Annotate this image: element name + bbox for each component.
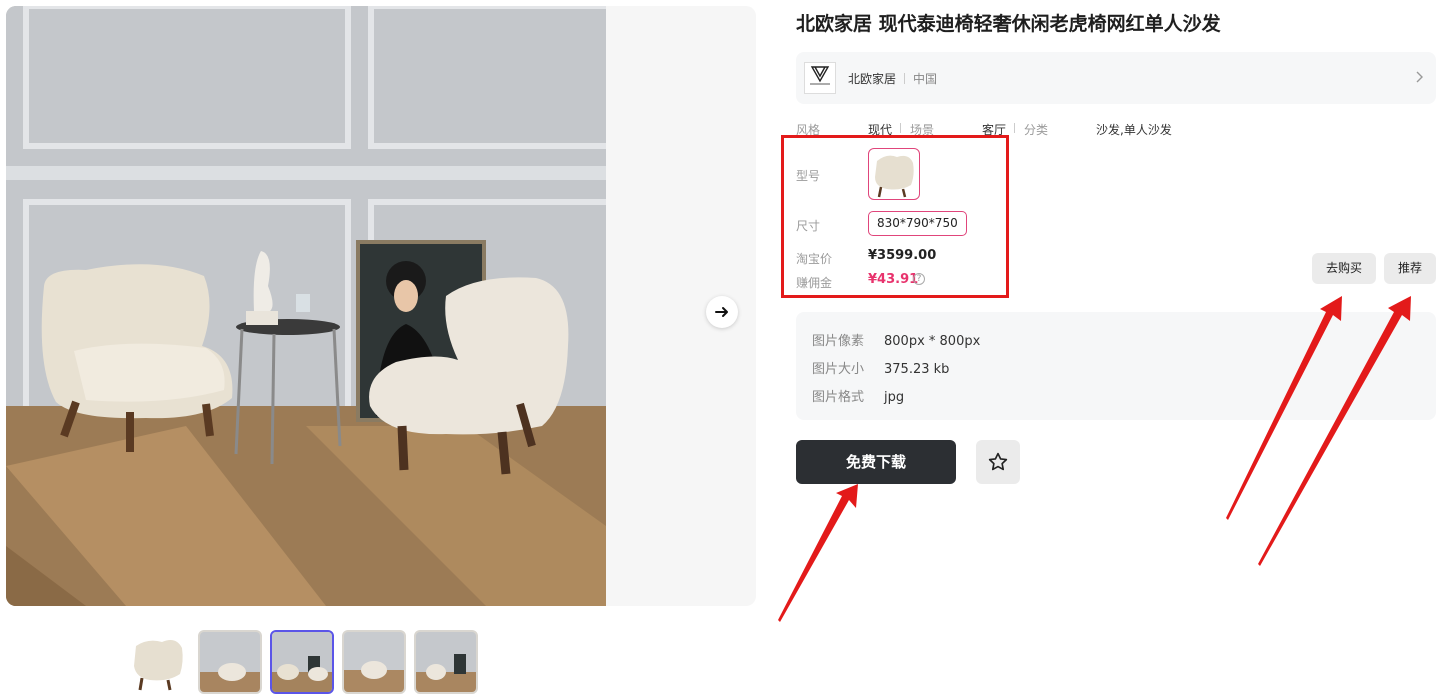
- brand-divider: [904, 72, 906, 84]
- image-info-value: jpg: [884, 390, 905, 405]
- image-info-key: 图片大小: [812, 362, 865, 377]
- thumbnail-1[interactable]: [126, 630, 190, 694]
- scene-value[interactable]: 客厅: [982, 121, 1006, 138]
- image-pixels-row: 图片像素 800px * 800px: [812, 330, 980, 349]
- recommend-button[interactable]: 推荐: [1384, 253, 1436, 284]
- favorite-button[interactable]: [976, 440, 1020, 484]
- brand-card[interactable]: 北欧家居 中国: [796, 52, 1436, 104]
- thumbnail-strip: [126, 630, 478, 694]
- image-format-row: 图片格式 jpg: [812, 386, 904, 405]
- image-info-value: 375.23 kb: [884, 362, 950, 377]
- question-circle-icon[interactable]: ?: [913, 273, 925, 285]
- style-label: 风格: [796, 123, 821, 137]
- thumbnail-2[interactable]: [198, 630, 262, 694]
- style-value[interactable]: 现代: [868, 121, 892, 138]
- free-download-button[interactable]: 免费下载: [796, 440, 956, 484]
- brand-country: 中国: [913, 71, 938, 86]
- scene-label: 场景: [910, 123, 935, 137]
- product-title: 北欧家居 现代泰迪椅轻奢休闲老虎椅网红单人沙发: [796, 13, 1221, 35]
- price-label: 淘宝价: [796, 252, 833, 266]
- category-label: 分类: [1024, 123, 1049, 137]
- thumbnail-5[interactable]: [414, 630, 478, 694]
- meta-divider: [900, 123, 901, 133]
- brand-name: 北欧家居: [848, 71, 897, 86]
- image-info-value: 800px * 800px: [884, 334, 981, 349]
- commission-label: 赚佣金: [796, 276, 833, 290]
- price-value: ¥3599.00: [868, 248, 937, 263]
- brand-logo: [804, 62, 836, 94]
- gallery-panel: [6, 6, 756, 606]
- meta-divider: [1014, 123, 1015, 133]
- thumbnail-4[interactable]: [342, 630, 406, 694]
- size-label: 尺寸: [796, 219, 821, 233]
- image-size-row: 图片大小 375.23 kb: [812, 358, 949, 377]
- category-value[interactable]: 沙发,单人沙发: [1096, 121, 1172, 138]
- next-image-button[interactable]: [706, 296, 738, 328]
- annotation-arrow: [778, 484, 858, 622]
- buy-button[interactable]: 去购买: [1312, 253, 1376, 284]
- main-product-image: [6, 6, 606, 606]
- model-option-thumbnail[interactable]: [868, 148, 920, 200]
- image-info-key: 图片格式: [812, 390, 865, 405]
- image-info-key: 图片像素: [812, 334, 865, 349]
- model-label: 型号: [796, 169, 821, 183]
- chevron-right-icon: [1416, 71, 1423, 83]
- star-outline-icon: [988, 452, 1008, 471]
- commission-value: ¥43.91: [868, 272, 919, 287]
- image-info-panel: 图片像素 800px * 800px 图片大小 375.23 kb 图片格式 jpg: [796, 312, 1436, 420]
- size-option-chip[interactable]: 830*790*750: [868, 211, 967, 236]
- thumbnail-3[interactable]: [270, 630, 334, 694]
- arrow-right-icon: [715, 307, 728, 317]
